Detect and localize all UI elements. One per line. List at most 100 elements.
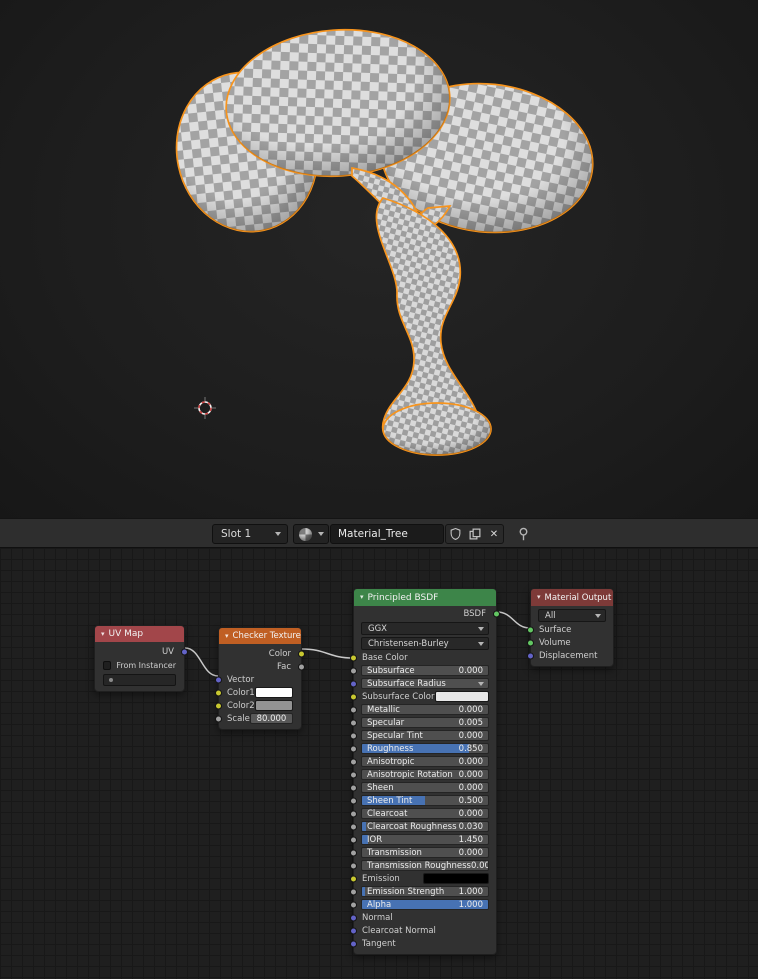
socket-transmission-in[interactable] <box>350 849 357 856</box>
socket-specular-in[interactable] <box>350 719 357 726</box>
node-principled-bsdf[interactable]: ▾ Principled BSDF BSDF GGX Christensen-B… <box>350 588 500 955</box>
socket-subsurface-color-in[interactable] <box>350 693 357 700</box>
material-slot-label: Slot 1 <box>221 528 252 540</box>
collapse-arrow-icon[interactable]: ▾ <box>225 632 229 640</box>
collapse-arrow-icon[interactable]: ▾ <box>101 630 105 638</box>
socket-emission-strength-in[interactable] <box>350 888 357 895</box>
principled-node-header[interactable]: ▾ Principled BSDF <box>354 589 496 606</box>
output-row-surface: Surface <box>527 623 613 636</box>
slider-transmission[interactable]: Transmission 0.000 <box>361 847 489 858</box>
socket-checker-fac-out[interactable] <box>298 663 305 670</box>
browse-material-button[interactable] <box>293 524 329 544</box>
socket-metallic-in[interactable] <box>350 706 357 713</box>
socket-transmission-roughness-in[interactable] <box>350 862 357 869</box>
slider-specular-tint[interactable]: Specular Tint 0.000 <box>361 730 489 741</box>
collapse-arrow-icon[interactable]: ▾ <box>360 594 364 601</box>
slider-value: 0.030 <box>458 821 483 832</box>
color-swatch-subsurface-color[interactable] <box>434 691 489 702</box>
socket-checker-color1-in[interactable] <box>215 689 222 696</box>
principled-row-specular-tint: Specular Tint 0.000 <box>350 729 496 742</box>
socket-clearcoat-normal-in[interactable] <box>350 927 357 934</box>
unlink-material-button[interactable]: ✕ <box>485 524 504 544</box>
socket-subsurface-radius-in[interactable] <box>350 680 357 687</box>
color-swatch-emission[interactable] <box>423 873 489 884</box>
uv-map-node-header[interactable]: ▾ UV Map <box>95 626 184 642</box>
slider-ior[interactable]: IOR 1.450 <box>361 834 489 845</box>
socket-sheen-in[interactable] <box>350 784 357 791</box>
socket-checker-color-out[interactable] <box>298 650 305 657</box>
socket-checker-scale-in[interactable] <box>215 715 222 722</box>
socket-sheen-tint-in[interactable] <box>350 797 357 804</box>
material-slot-dropdown[interactable]: Slot 1 <box>212 524 288 544</box>
slider-transmission-roughness[interactable]: Transmission Roughness0.000 <box>361 860 489 871</box>
slider-label: Specular Tint <box>367 730 423 741</box>
socket-alpha-in[interactable] <box>350 901 357 908</box>
node-material-output[interactable]: ▾ Material Output All Surface Volume Displ… <box>527 588 614 667</box>
slider-roughness[interactable]: Roughness 0.850 <box>361 743 489 754</box>
socket-bsdf-out[interactable] <box>493 610 500 617</box>
socket-surface-in[interactable] <box>527 626 534 633</box>
slider-metallic[interactable]: Metallic 0.000 <box>361 704 489 715</box>
color2-swatch[interactable] <box>254 700 293 711</box>
link-uv-to-vector <box>184 647 219 677</box>
slider-value: 0.000 <box>458 704 483 715</box>
socket-normal-in[interactable] <box>350 914 357 921</box>
slider-clearcoat[interactable]: Clearcoat 0.000 <box>361 808 489 819</box>
socket-checker-vector-in[interactable] <box>215 676 222 683</box>
socket-base-color-in[interactable] <box>350 654 357 661</box>
tree-object[interactable] <box>0 0 758 518</box>
sss-method-dropdown[interactable]: Christensen-Burley <box>361 637 489 650</box>
slider-label: Roughness <box>367 743 414 754</box>
uv-dot-icon <box>109 677 113 682</box>
vector-field-subsurface-radius[interactable]: Subsurface Radius <box>361 678 489 689</box>
socket-anisotropic-rotation-in[interactable] <box>350 771 357 778</box>
new-material-button[interactable] <box>464 524 486 544</box>
shader-node-editor[interactable]: ▾ UV Map UV From Instancer ▾ Checker Tex… <box>0 548 758 979</box>
socket-clearcoat-roughness-in[interactable] <box>350 823 357 830</box>
distribution-dropdown[interactable]: GGX <box>361 622 489 635</box>
slider-sheen-tint[interactable]: Sheen Tint 0.500 <box>361 795 489 806</box>
socket-displacement-in[interactable] <box>527 652 534 659</box>
socket-anisotropic-in[interactable] <box>350 758 357 765</box>
uv-map-select[interactable] <box>103 673 176 686</box>
material-name-field[interactable]: Material_Tree <box>330 524 444 544</box>
socket-roughness-in[interactable] <box>350 745 357 752</box>
socket-emission-in[interactable] <box>350 875 357 882</box>
output-node-header[interactable]: ▾ Material Output <box>531 589 613 606</box>
socket-subsurface-in[interactable] <box>350 667 357 674</box>
socket-uv-out[interactable] <box>181 648 188 656</box>
slider-clearcoat-roughness[interactable]: Clearcoat Roughness 0.030 <box>361 821 489 832</box>
socket-checker-color2-in[interactable] <box>215 702 222 709</box>
slider-sheen[interactable]: Sheen 0.000 <box>361 782 489 793</box>
node-checker-texture[interactable]: ▾ Checker Texture Color Fac Vector Color… <box>215 627 305 730</box>
slider-alpha[interactable]: Alpha 1.000 <box>361 899 489 910</box>
checker-node-header[interactable]: ▾ Checker Texture <box>219 628 301 644</box>
slider-anisotropic-rotation[interactable]: Anisotropic Rotation 0.000 <box>361 769 489 780</box>
socket-ior-in[interactable] <box>350 836 357 843</box>
socket-volume-in[interactable] <box>527 639 534 646</box>
collapse-arrow-icon[interactable]: ▾ <box>537 594 541 601</box>
slider-subsurface[interactable]: Subsurface 0.000 <box>361 665 489 676</box>
from-instancer-checkbox[interactable] <box>103 661 112 670</box>
blender-window: Slot 1 Material_Tree ✕ ▾ UV Map UV From … <box>0 0 758 979</box>
socket-tangent-in[interactable] <box>350 940 357 947</box>
socket-specular-tint-in[interactable] <box>350 732 357 739</box>
socket-clearcoat-in[interactable] <box>350 810 357 817</box>
slider-value: 0.000 <box>458 847 483 858</box>
principled-row-subsurface-radius: Subsurface Radius <box>350 677 496 690</box>
slider-emission-strength[interactable]: Emission Strength 1.000 <box>361 886 489 897</box>
checker-scale-value[interactable]: 80.000 <box>249 713 293 724</box>
checker-color-out-label: Color <box>268 648 291 659</box>
principled-row-emission: Emission <box>350 872 496 885</box>
pin-button[interactable] <box>513 524 533 544</box>
slider-specular[interactable]: Specular 0.005 <box>361 717 489 728</box>
output-target-dropdown[interactable]: All <box>538 609 606 622</box>
input-label-volume: Volume <box>539 637 571 648</box>
3d-viewport[interactable] <box>0 0 758 518</box>
slider-value: 0.000 <box>470 860 488 871</box>
color1-swatch[interactable] <box>254 687 293 698</box>
fake-user-button[interactable] <box>445 524 465 544</box>
slider-anisotropic[interactable]: Anisotropic 0.000 <box>361 756 489 767</box>
node-uv-map[interactable]: ▾ UV Map UV From Instancer <box>94 625 188 692</box>
principled-row-transmission-roughness: Transmission Roughness0.000 <box>350 859 496 872</box>
